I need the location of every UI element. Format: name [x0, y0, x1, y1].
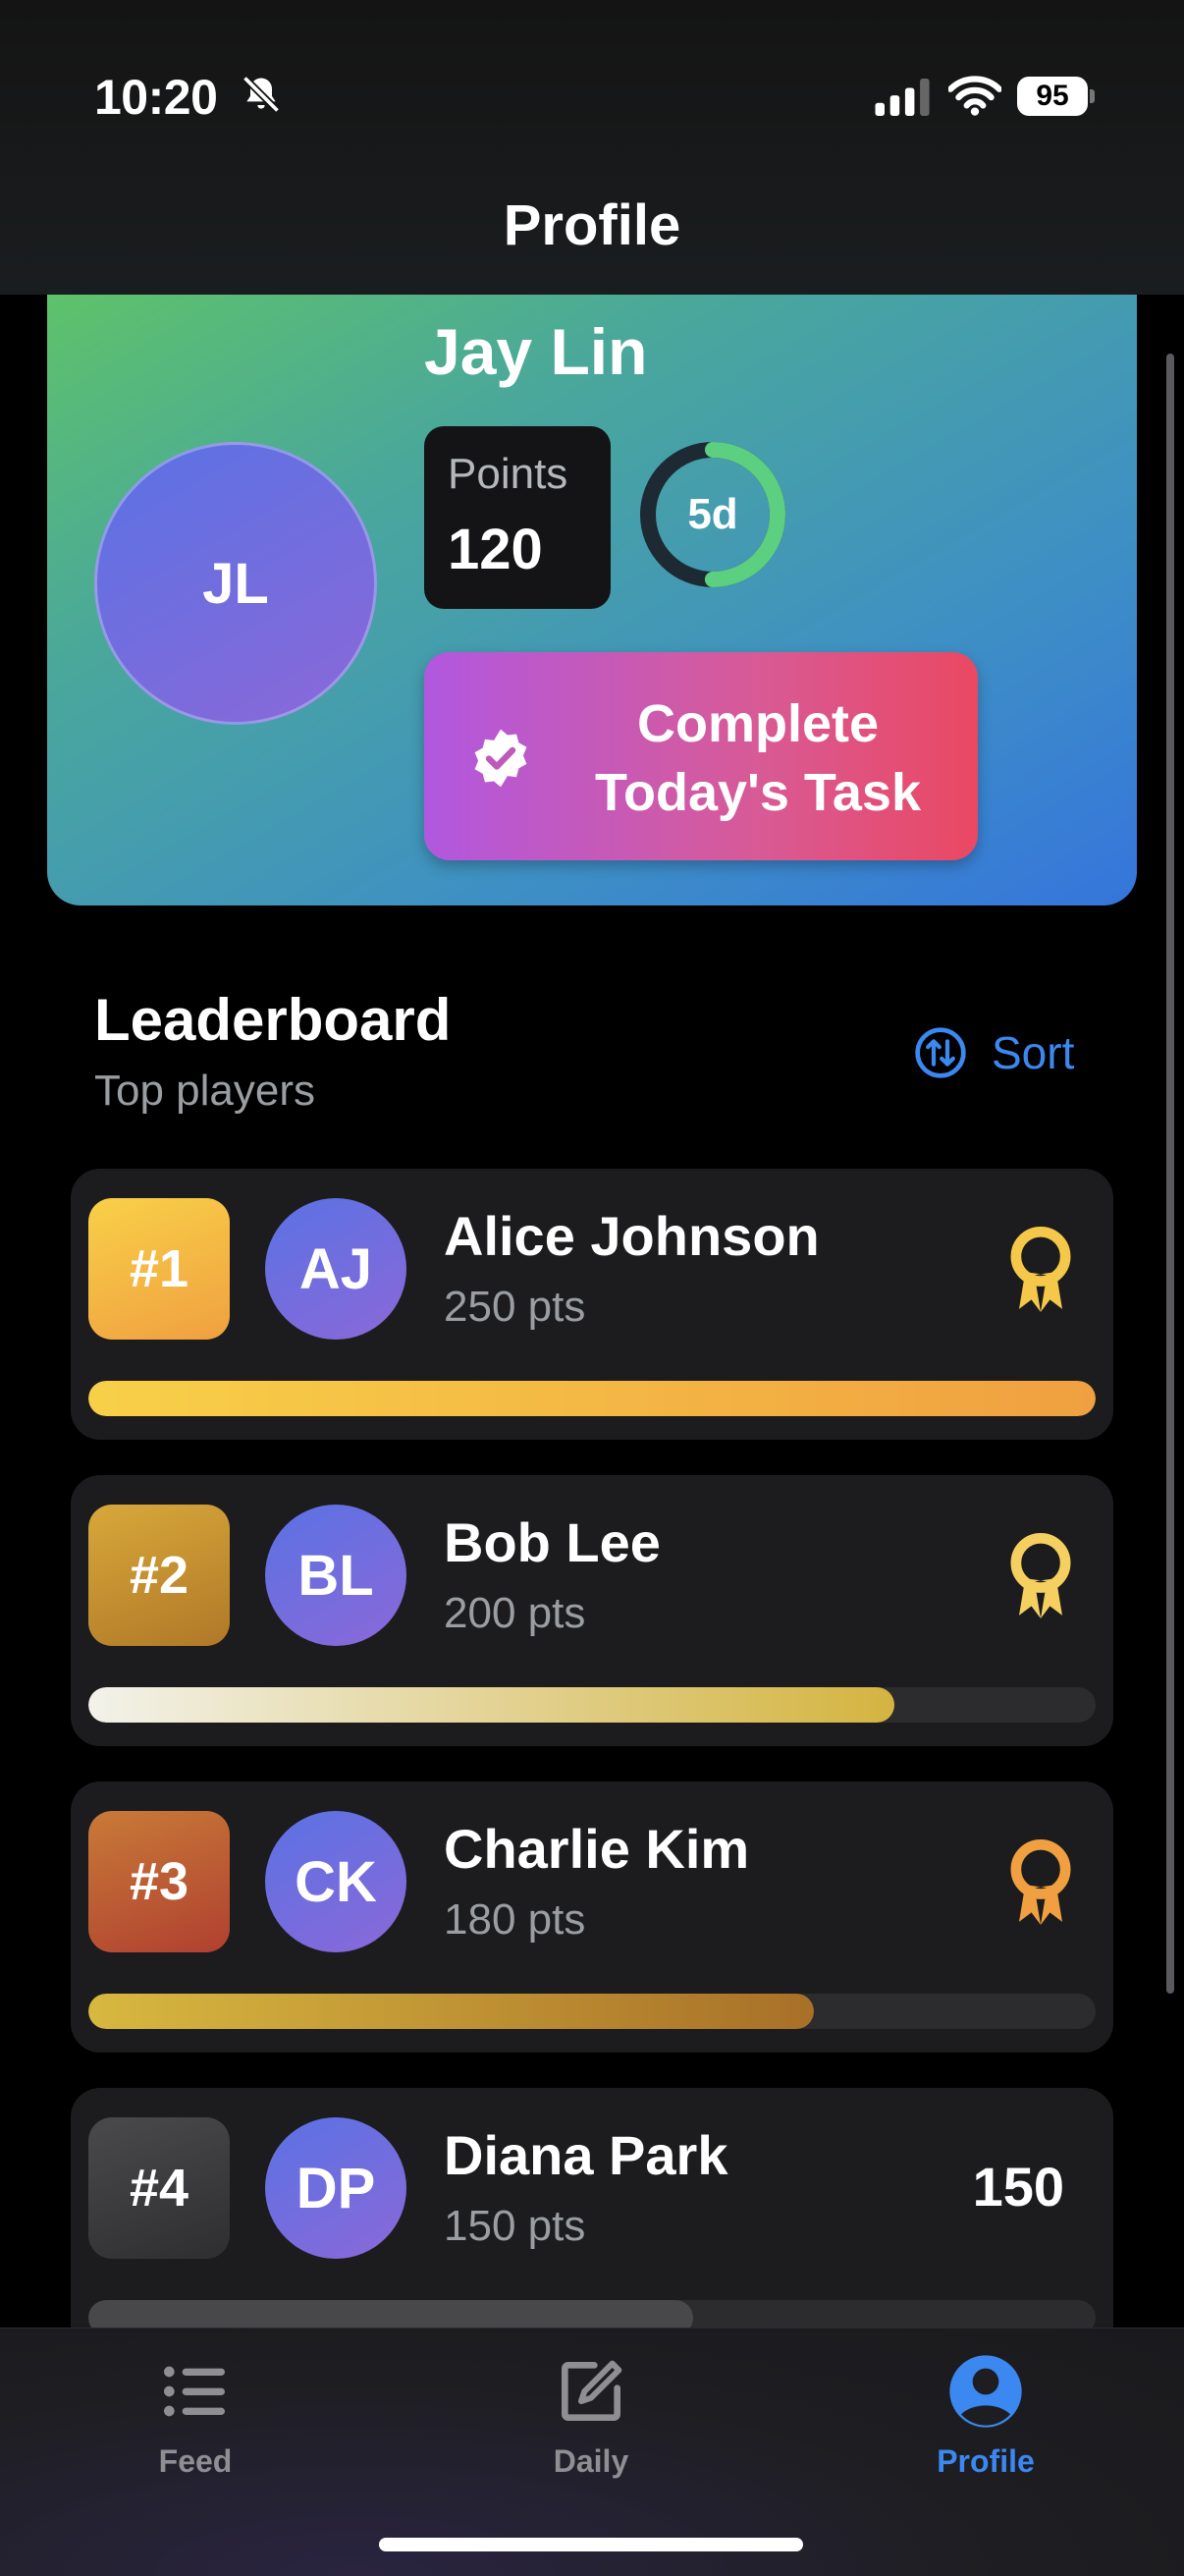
progress-track — [88, 1687, 1096, 1723]
verified-badge-icon — [474, 729, 527, 788]
points-value: 120 — [448, 518, 543, 581]
rank-badge: #2 — [88, 1505, 230, 1646]
sort-label: Sort — [992, 1027, 1075, 1078]
streak-ring: 5d — [632, 434, 793, 595]
player-name: Bob Lee — [444, 1511, 661, 1573]
streak-label: 5d — [687, 490, 738, 538]
points-box: Points 120 — [424, 426, 611, 609]
page-title: Profile — [503, 193, 681, 257]
player-points: 200 pts — [444, 1589, 586, 1637]
compose-icon — [562, 2360, 622, 2421]
tab-label: Daily — [553, 2443, 629, 2479]
leaderboard-row[interactable]: #1 AJ Alice Johnson 250 pts — [71, 1169, 1113, 1440]
player-avatar: DP — [265, 2117, 406, 2259]
complete-task-label: Complete Today's Task — [595, 694, 921, 822]
scrollbar[interactable] — [1166, 354, 1174, 1994]
rank-badge: #4 — [88, 2117, 230, 2259]
player-name: Charlie Kim — [444, 1818, 750, 1880]
profile-card: JL Jay Lin Points 120 5d Complete Today'… — [47, 295, 1137, 905]
person-circle-icon — [949, 2355, 1022, 2428]
sort-arrows-icon — [915, 1027, 966, 1078]
leaderboard-row[interactable]: #3 CK Charlie Kim 180 pts — [71, 1781, 1113, 2053]
leaderboard-title: Leaderboard — [94, 987, 452, 1053]
tab-daily[interactable]: Daily — [493, 2352, 689, 2480]
tab-label: Feed — [158, 2443, 233, 2479]
leaderboard-subtitle: Top players — [94, 1067, 316, 1115]
tab-profile[interactable]: Profile — [888, 2352, 1084, 2480]
battery-level: 95 — [1017, 77, 1088, 116]
progress-fill — [88, 1687, 894, 1723]
award-icon — [1010, 1838, 1071, 1925]
player-points: 250 pts — [444, 1283, 586, 1331]
leaderboard-row[interactable]: #2 BL Bob Lee 200 pts — [71, 1475, 1113, 1746]
leaderboard-row[interactable]: #4 DP Diana Park 150 pts 150 — [71, 2088, 1113, 2359]
home-indicator — [379, 2538, 803, 2551]
player-avatar: AJ — [265, 1198, 406, 1340]
complete-task-button[interactable]: Complete Today's Task — [424, 652, 978, 860]
player-avatar: BL — [265, 1505, 406, 1646]
tab-feed[interactable]: Feed — [97, 2352, 294, 2480]
award-icon — [1010, 1226, 1071, 1312]
player-avatar: CK — [265, 1811, 406, 1952]
progress-track — [88, 1994, 1096, 2029]
points-label: Points — [448, 450, 568, 498]
award-icon — [1010, 1532, 1071, 1618]
rank-badge: #1 — [88, 1198, 230, 1340]
progress-fill — [88, 1381, 1096, 1416]
avatar[interactable]: JL — [94, 442, 377, 725]
wifi-icon — [948, 76, 1001, 116]
player-name: Diana Park — [444, 2124, 728, 2186]
progress-fill — [88, 1994, 814, 2029]
sort-button[interactable]: Sort — [913, 1023, 1074, 1082]
cellular-signal-icon — [875, 79, 930, 116]
player-points: 180 pts — [444, 1895, 586, 1944]
rank-badge: #3 — [88, 1811, 230, 1952]
status-time: 10:20 — [94, 70, 218, 125]
player-score: 150 — [972, 2156, 1064, 2218]
list-icon — [164, 2366, 225, 2417]
tab-label: Profile — [937, 2443, 1035, 2479]
status-bar: 10:20 95 Profile — [0, 0, 1184, 295]
player-points: 150 pts — [444, 2202, 586, 2250]
battery-icon: 95 — [1017, 77, 1096, 116]
user-name: Jay Lin — [424, 315, 648, 388]
progress-track — [88, 1381, 1096, 1416]
bell-slash-icon — [242, 75, 281, 114]
player-name: Alice Johnson — [444, 1205, 820, 1267]
